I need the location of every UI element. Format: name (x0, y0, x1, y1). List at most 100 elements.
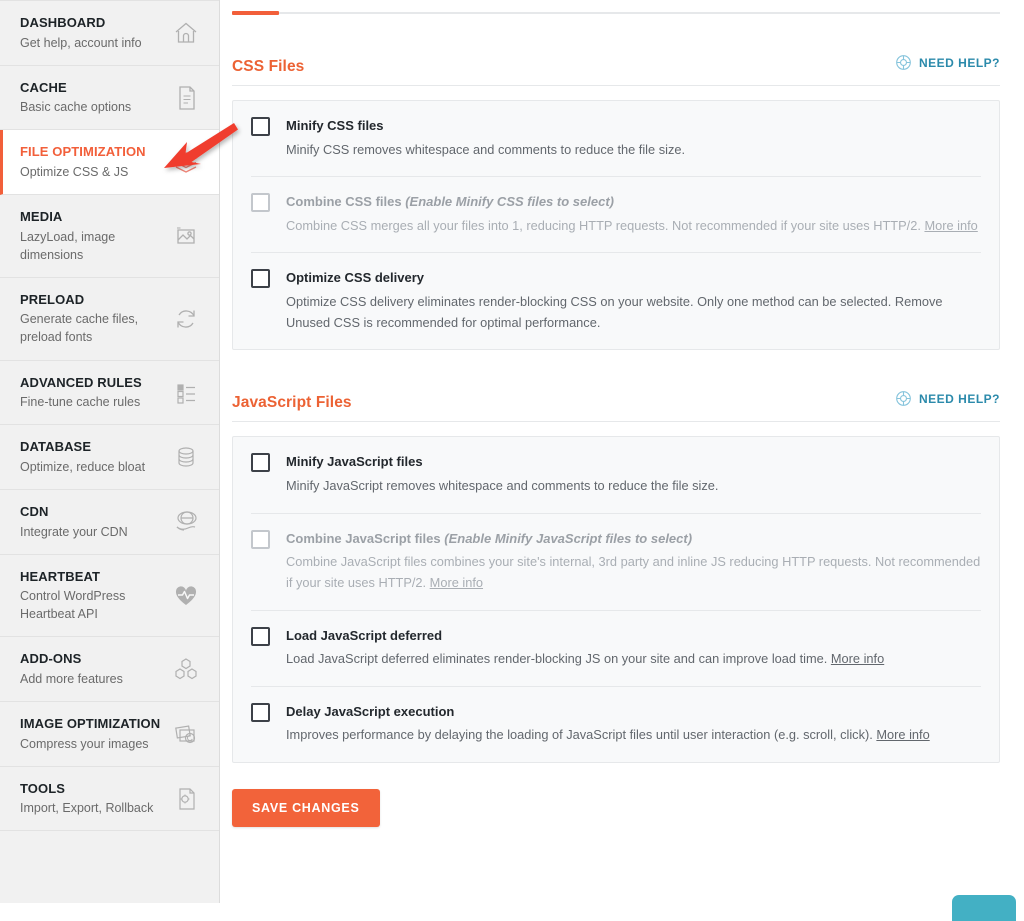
sidebar-item-preload[interactable]: PRELOAD Generate cache files, preload fo… (0, 277, 219, 361)
need-help-link-js[interactable]: NEED HELP? (895, 390, 1000, 407)
file-optimization-page: DASHBOARD Get help, account info CACHE B… (0, 0, 1024, 921)
active-tab-indicator (232, 11, 279, 15)
sidebar-item-dashboard[interactable]: DASHBOARD Get help, account info (0, 0, 219, 66)
option-delay-javascript-execution[interactable]: Delay JavaScript execution Improves perf… (251, 687, 981, 762)
sidebar-item-cache[interactable]: CACHE Basic cache options (0, 65, 219, 131)
need-help-label: NEED HELP? (918, 391, 1000, 406)
checkbox-minify-css-files[interactable] (251, 117, 270, 136)
sidebar-item-subtitle: Basic cache options (20, 100, 132, 115)
option-description: Load JavaScript deferred eliminates rend… (286, 649, 981, 670)
option-label: Delay JavaScript execution (286, 702, 981, 722)
option-load-javascript-deferred[interactable]: Load JavaScript deferred Load JavaScript… (251, 611, 981, 687)
sidebar-item-title: CACHE (20, 79, 67, 95)
sidebar-item-cdn[interactable]: CDN Integrate your CDN (0, 489, 219, 555)
option-combine-css-files: Combine CSS files (Enable Minify CSS fil… (251, 177, 981, 254)
option-description-text: Load JavaScript deferred eliminates rend… (286, 651, 828, 667)
option-optimize-css-delivery[interactable]: Optimize CSS delivery Optimize CSS deliv… (251, 253, 981, 349)
checkbox-minify-javascript-files[interactable] (251, 453, 270, 473)
option-label-hint: (Enable Minify JavaScript files to selec… (444, 530, 693, 546)
heartbeat-icon (169, 579, 203, 613)
option-description-text: Minify CSS removes whitespace and commen… (286, 141, 686, 157)
sidebar-item-heartbeat[interactable]: HEARTBEAT Control WordPress Heartbeat AP… (0, 554, 219, 638)
more-info-link[interactable]: More info (924, 218, 977, 233)
checkbox-load-javascript-deferred[interactable] (251, 626, 270, 646)
sidebar-item-subtitle: Integrate your CDN (20, 524, 128, 539)
database-icon (169, 440, 203, 474)
option-description-text: Combine CSS merges all your files into 1… (286, 217, 921, 233)
section-css-files: CSS Files NEED HELP? Minify CSS files Mi… (232, 54, 1000, 351)
option-body: Combine CSS files (Enable Minify CSS fil… (286, 192, 981, 236)
tab-underline-rule (232, 11, 1000, 15)
sidebar-item-title: HEARTBEAT (20, 568, 101, 584)
option-label-text: Minify CSS files (286, 118, 384, 133)
sidebar-item-advanced-rules[interactable]: ADVANCED RULES Fine-tune cache rules (0, 360, 219, 426)
refresh-icon (169, 302, 203, 336)
option-description-text: Optimize CSS delivery eliminates render-… (286, 293, 943, 330)
option-description-text: Combine JavaScript files combines your s… (286, 554, 981, 590)
sidebar-item-title: DATABASE (20, 439, 92, 455)
settings-sidebar: DASHBOARD Get help, account info CACHE B… (0, 0, 220, 903)
checkbox-combine-javascript-files (251, 529, 270, 549)
sidebar-item-subtitle: Optimize CSS & JS (20, 164, 129, 179)
option-body: Minify JavaScript files Minify JavaScrip… (286, 452, 981, 496)
document-icon (169, 81, 203, 115)
home-icon (169, 16, 203, 50)
lifebuoy-icon (896, 55, 911, 70)
sidebar-item-text: DATABASE Optimize, reduce bloat (20, 438, 169, 476)
more-info-link[interactable]: More info (831, 651, 884, 666)
image-icon (169, 219, 203, 253)
sidebar-item-media[interactable]: MEDIA LazyLoad, image dimensions (0, 195, 219, 278)
sidebar-item-subtitle: Optimize, reduce bloat (20, 459, 146, 474)
sidebar-item-file-optimization[interactable]: FILE OPTIMIZATION Optimize CSS & JS (0, 130, 219, 196)
option-body: Delay JavaScript execution Improves perf… (286, 702, 981, 746)
blocks-icon (169, 652, 203, 686)
sidebar-item-subtitle: Fine-tune cache rules (20, 395, 141, 410)
option-label-text: Optimize CSS delivery (286, 270, 424, 286)
sidebar-item-text: DASHBOARD Get help, account info (20, 14, 169, 52)
option-description-text: Minify JavaScript removes whitespace and… (286, 477, 719, 493)
sidebar-item-title: DASHBOARD (20, 15, 106, 30)
need-help-link-css[interactable]: NEED HELP? (895, 54, 1000, 71)
section-header: CSS Files NEED HELP? (232, 54, 1000, 86)
sidebar-item-subtitle: Add more features (20, 671, 123, 686)
option-label: Combine CSS files (Enable Minify CSS fil… (286, 192, 981, 212)
sidebar-item-title: MEDIA (20, 209, 63, 225)
sidebar-item-text: IMAGE OPTIMIZATION Compress your images (20, 715, 169, 753)
option-body: Minify CSS files Minify CSS removes whit… (286, 116, 981, 160)
sidebar-item-title: CDN (20, 503, 49, 519)
sidebar-item-text: TOOLS Import, Export, Rollback (20, 780, 169, 818)
save-changes-button[interactable]: SAVE CHANGES (232, 788, 380, 827)
sidebar-item-add-ons[interactable]: ADD-ONS Add more features (0, 637, 219, 703)
option-label: Optimize CSS delivery (286, 268, 981, 288)
option-label-hint: (Enable Minify CSS files to select) (405, 194, 614, 210)
option-label-text: Combine JavaScript files (286, 530, 441, 546)
more-info-link[interactable]: More info (876, 727, 929, 742)
option-description: Combine JavaScript files combines your s… (286, 552, 981, 593)
option-description-text: Improves performance by delaying the loa… (286, 727, 873, 743)
option-label: Load JavaScript deferred (286, 626, 981, 646)
option-combine-javascript-files: Combine JavaScript files (Enable Minify … (251, 514, 981, 611)
option-minify-javascript-files[interactable]: Minify JavaScript files Minify JavaScrip… (251, 437, 981, 514)
option-description: Minify JavaScript removes whitespace and… (286, 476, 981, 497)
cdn-globe-icon (169, 505, 203, 539)
sidebar-item-subtitle: Control WordPress Heartbeat API (20, 589, 126, 622)
photos-icon (169, 717, 203, 751)
sidebar-item-subtitle: Generate cache files, preload fonts (20, 312, 139, 345)
option-minify-css-files[interactable]: Minify CSS files Minify CSS removes whit… (251, 101, 981, 178)
sidebar-item-tools[interactable]: TOOLS Import, Export, Rollback (0, 766, 219, 832)
option-label: Minify JavaScript files (286, 452, 981, 472)
sidebar-item-text: CDN Integrate your CDN (20, 503, 169, 541)
support-chat-widget[interactable] (952, 895, 1016, 921)
sidebar-item-image-optimization[interactable]: IMAGE OPTIMIZATION Compress your images (0, 702, 219, 767)
checkbox-delay-javascript-execution[interactable] (251, 702, 270, 722)
option-label-text: Combine CSS files (286, 194, 402, 210)
tools-file-icon (169, 782, 203, 816)
option-description: Optimize CSS delivery eliminates render-… (286, 292, 981, 333)
sidebar-item-title: TOOLS (20, 780, 66, 796)
checkbox-optimize-css-delivery[interactable] (251, 269, 270, 289)
sidebar-item-database[interactable]: DATABASE Optimize, reduce bloat (0, 425, 219, 490)
option-label-text: Load JavaScript deferred (286, 627, 443, 643)
more-info-link[interactable]: More info (430, 575, 483, 590)
checkbox-combine-css-files (251, 193, 270, 213)
